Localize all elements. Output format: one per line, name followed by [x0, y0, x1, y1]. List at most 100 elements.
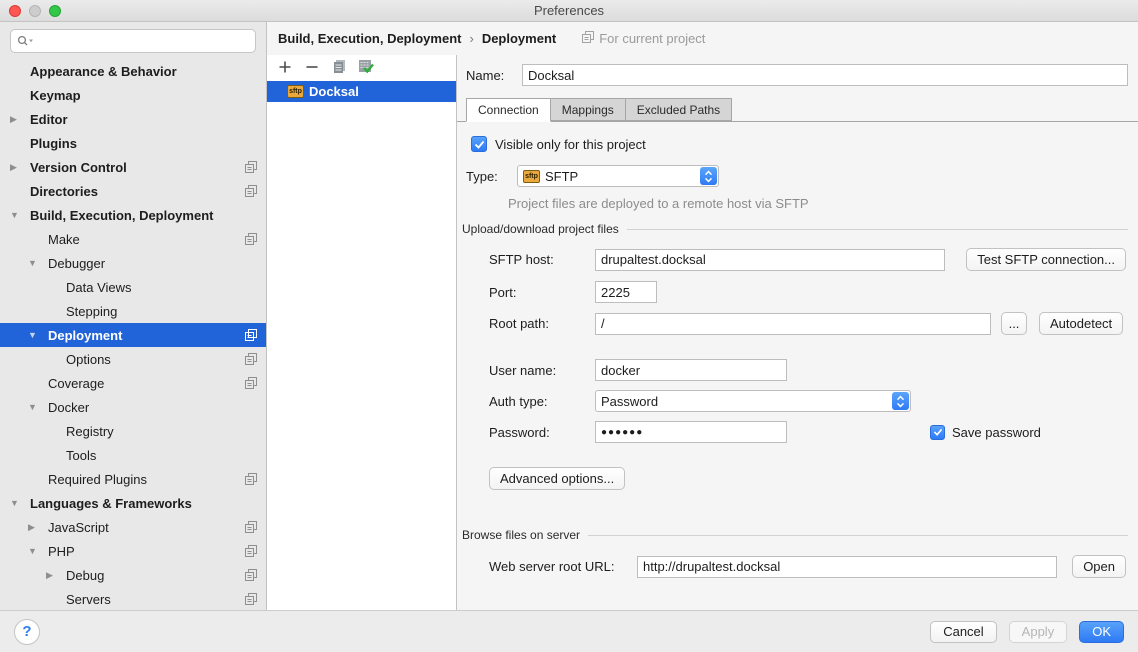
open-button[interactable]: Open: [1072, 555, 1126, 578]
password-field[interactable]: [595, 421, 787, 443]
sidebar-item-label: PHP: [48, 544, 75, 559]
ok-button[interactable]: OK: [1079, 621, 1124, 643]
sidebar-item-debug[interactable]: ▶Debug: [0, 563, 266, 587]
apply-button[interactable]: Apply: [1009, 621, 1068, 643]
tab-excluded-paths[interactable]: Excluded Paths: [626, 98, 732, 121]
sidebar-item-debugger[interactable]: ▼Debugger: [0, 251, 266, 275]
port-label: Port:: [489, 285, 595, 300]
shared-project-icon: [582, 31, 594, 46]
sidebar-item-editor[interactable]: ▶Editor: [0, 107, 266, 131]
sidebar-item-data-views[interactable]: Data Views: [0, 275, 266, 299]
chevron-down-icon[interactable]: ▼: [26, 546, 48, 556]
chevron-right-icon[interactable]: ▶: [8, 162, 30, 173]
sidebar-item-label: Servers: [66, 592, 111, 607]
sidebar-item-directories[interactable]: Directories: [0, 179, 266, 203]
sidebar-item-appearance-behavior[interactable]: Appearance & Behavior: [0, 59, 266, 83]
chevron-down-icon[interactable]: ▼: [26, 330, 48, 340]
chevron-right-icon[interactable]: ▶: [26, 522, 48, 533]
web-root-field[interactable]: [637, 556, 1057, 578]
save-password-label: Save password: [952, 425, 1041, 440]
chevron-right-icon[interactable]: ▶: [8, 114, 30, 125]
port-field[interactable]: [595, 281, 657, 303]
chevron-right-icon[interactable]: ▶: [44, 570, 66, 581]
sidebar-item-label: Appearance & Behavior: [30, 64, 177, 79]
chevron-down-icon[interactable]: ▼: [26, 258, 48, 268]
visible-only-checkbox[interactable]: [471, 136, 487, 152]
sftp-host-field[interactable]: [595, 249, 945, 271]
shared-project-icon: [245, 185, 257, 197]
sidebar-item-label: Editor: [30, 112, 68, 127]
test-sftp-connection-button[interactable]: Test SFTP connection...: [966, 248, 1126, 271]
auth-type-label: Auth type:: [489, 394, 595, 409]
sidebar-item-options[interactable]: Options: [0, 347, 266, 371]
help-button[interactable]: ?: [14, 619, 40, 645]
tab-mappings[interactable]: Mappings: [551, 98, 626, 121]
sidebar-item-required-plugins[interactable]: Required Plugins: [0, 467, 266, 491]
copy-server-button[interactable]: [330, 59, 348, 77]
tab-connection[interactable]: Connection: [466, 98, 551, 122]
autodetect-button[interactable]: Autodetect: [1039, 312, 1123, 335]
breadcrumb-parent[interactable]: Build, Execution, Deployment: [278, 31, 461, 46]
sidebar-item-javascript[interactable]: ▶JavaScript: [0, 515, 266, 539]
name-field[interactable]: [522, 64, 1128, 86]
sidebar-item-deployment[interactable]: ▼Deployment: [0, 323, 266, 347]
sidebar-item-build-execution-deployment[interactable]: ▼Build, Execution, Deployment: [0, 203, 266, 227]
remove-server-button[interactable]: [303, 59, 321, 77]
type-select[interactable]: sftp SFTP: [517, 165, 719, 187]
advanced-options-button[interactable]: Advanced options...: [489, 467, 625, 490]
chevron-down-icon[interactable]: ▼: [8, 498, 30, 508]
sftp-icon: sftp: [523, 170, 540, 183]
type-label: Type:: [466, 169, 517, 184]
search-box[interactable]: [10, 29, 256, 53]
deployment-settings-panel: Name: ConnectionMappingsExcluded Paths V…: [457, 55, 1138, 610]
cancel-button[interactable]: Cancel: [930, 621, 996, 643]
sidebar-item-php[interactable]: ▼PHP: [0, 539, 266, 563]
sidebar-item-label: Docker: [48, 400, 89, 415]
upload-section-header: Upload/download project files: [462, 222, 1128, 236]
breadcrumb-separator: ›: [469, 31, 473, 46]
question-mark-icon: ?: [22, 623, 31, 640]
web-root-label: Web server root URL:: [489, 559, 637, 574]
auth-type-select[interactable]: Password: [595, 390, 911, 412]
sidebar-item-version-control[interactable]: ▶Version Control: [0, 155, 266, 179]
add-server-button[interactable]: [276, 59, 294, 77]
dropdown-stepper-icon: [892, 392, 909, 410]
save-password-checkbox[interactable]: [930, 425, 945, 440]
sidebar-item-label: Keymap: [30, 88, 81, 103]
sidebar-item-label: Registry: [66, 424, 114, 439]
sidebar-item-tools[interactable]: Tools: [0, 443, 266, 467]
shared-project-icon: [245, 329, 257, 341]
shared-project-icon: [245, 569, 257, 581]
search-input[interactable]: [38, 34, 249, 49]
root-path-field[interactable]: [595, 313, 991, 335]
sidebar-item-stepping[interactable]: Stepping: [0, 299, 266, 323]
chevron-down-icon[interactable]: ▼: [8, 210, 30, 220]
sidebar-item-label: Plugins: [30, 136, 77, 151]
sidebar-item-label: JavaScript: [48, 520, 109, 535]
password-label: Password:: [489, 425, 595, 440]
user-name-field[interactable]: [595, 359, 787, 381]
shared-project-icon: [245, 377, 257, 389]
sidebar-item-label: Stepping: [66, 304, 117, 319]
sidebar-item-coverage[interactable]: Coverage: [0, 371, 266, 395]
shared-project-icon: [245, 521, 257, 533]
search-icon: [17, 35, 34, 47]
sidebar-item-make[interactable]: Make: [0, 227, 266, 251]
sidebar-item-keymap[interactable]: Keymap: [0, 83, 266, 107]
browse-root-path-button[interactable]: ...: [1001, 312, 1027, 335]
sidebar-item-label: Coverage: [48, 376, 104, 391]
sidebar-item-registry[interactable]: Registry: [0, 419, 266, 443]
default-server-button[interactable]: [357, 59, 375, 77]
sidebar-item-label: Required Plugins: [48, 472, 147, 487]
settings-tree: Appearance & BehaviorKeymap▶EditorPlugin…: [0, 57, 266, 610]
sidebar-item-label: Languages & Frameworks: [30, 496, 192, 511]
tab-bar: ConnectionMappingsExcluded Paths: [457, 99, 1138, 122]
sidebar-item-plugins[interactable]: Plugins: [0, 131, 266, 155]
chevron-down-icon[interactable]: ▼: [26, 402, 48, 412]
sidebar-item-languages-frameworks[interactable]: ▼Languages & Frameworks: [0, 491, 266, 515]
sidebar-item-servers[interactable]: Servers: [0, 587, 266, 610]
server-list-item-docksal[interactable]: sftpDocksal: [267, 81, 456, 102]
preferences-window: Preferences Appearance & BehaviorKeymap▶…: [0, 0, 1138, 652]
scope-label: For current project: [599, 31, 705, 46]
sidebar-item-docker[interactable]: ▼Docker: [0, 395, 266, 419]
